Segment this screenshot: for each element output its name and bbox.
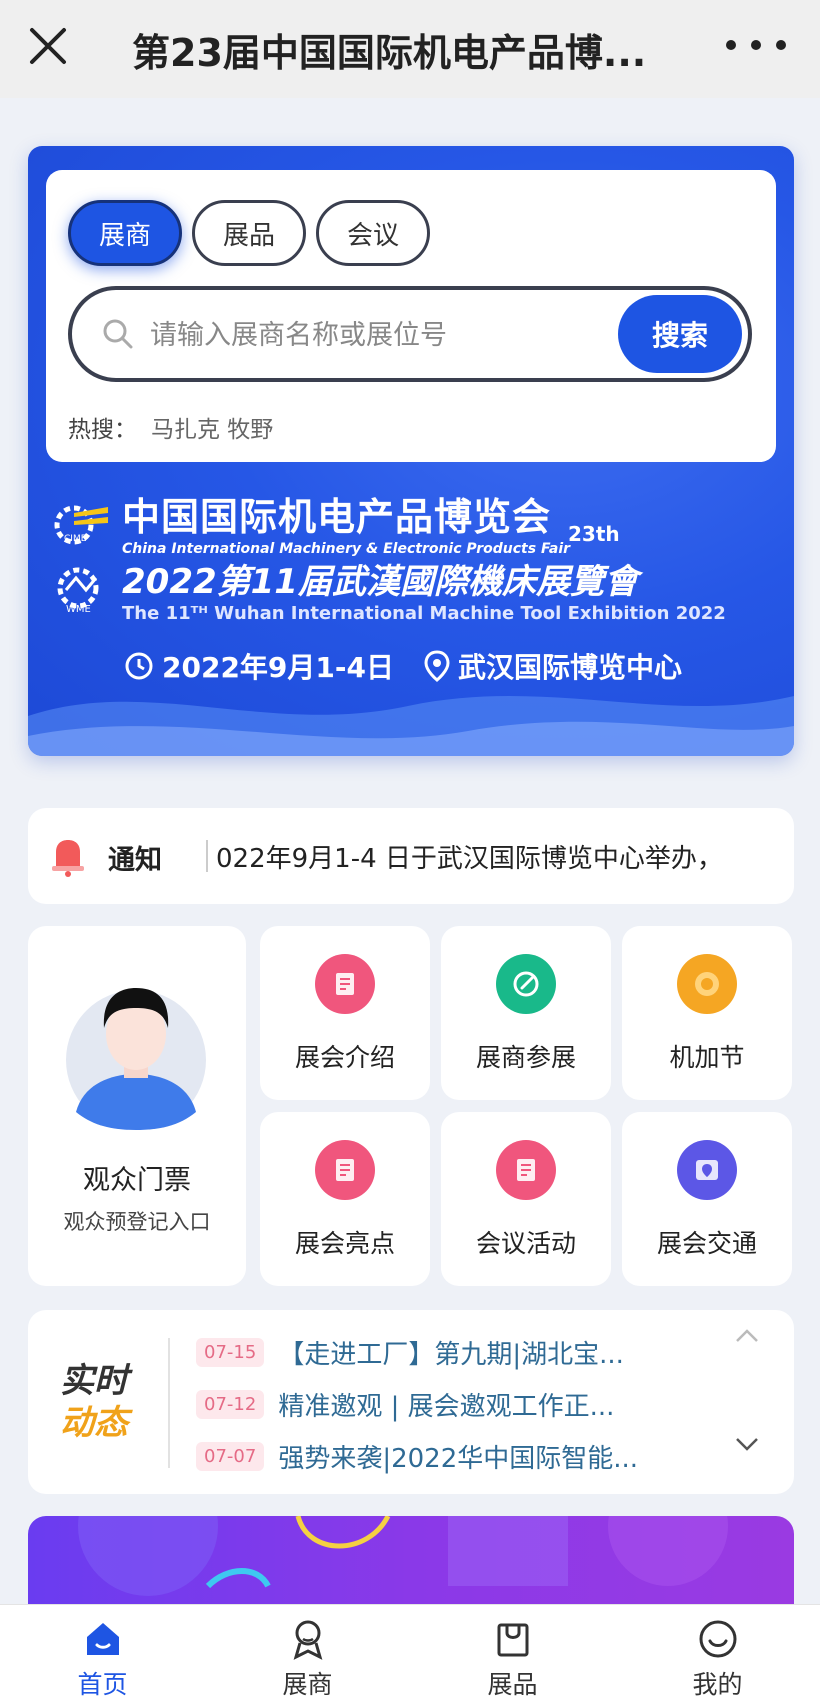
tile-label: 展商参展	[475, 1043, 576, 1072]
hero-banner: 展商 展品 会议 搜索 热搜： 马扎克 牧野 CIME 中国国际机电产品博览会 C…	[28, 146, 794, 756]
home-icon	[86, 1623, 119, 1655]
nav-exhibitor[interactable]: 展商	[205, 1605, 410, 1705]
banner-edition: 23th	[568, 522, 620, 546]
search-card: 展商 展品 会议 搜索 热搜： 马扎克 牧野	[46, 170, 776, 462]
live-news-title: 实时 动态	[60, 1361, 128, 1443]
news-item[interactable]: 07-15 【走进工厂】第九期|湖北宝...	[196, 1334, 624, 1371]
page-title: 第23届中国国际机电产品博...	[132, 31, 647, 75]
tile-conference-events[interactable]: 会议活动	[441, 1112, 611, 1286]
tab-exhibit[interactable]: 展品	[192, 200, 307, 266]
tab-exhibitor[interactable]: 展商	[68, 200, 183, 266]
close-icon[interactable]	[26, 24, 70, 68]
banner-venue: 武汉国际博览中心	[458, 651, 683, 684]
nav-mine[interactable]: 我的	[615, 1605, 820, 1705]
tile-label: 会议活动	[475, 1229, 576, 1258]
news-item[interactable]: 07-07 强势来袭|2022华中国际智能...	[196, 1438, 638, 1475]
news-title: 精准邀观 | 展会邀观工作正...	[278, 1392, 615, 1422]
svg-text:CIME: CIME	[64, 534, 87, 544]
tile-expo-transport[interactable]: 展会交通	[622, 1112, 792, 1286]
news-date: 07-12	[196, 1390, 265, 1419]
clock-icon	[125, 652, 153, 680]
hot-search-tags[interactable]: 马扎克 牧野	[151, 417, 273, 443]
tile-expo-highlights[interactable]: 展会亮点	[260, 1112, 430, 1286]
news-item[interactable]: 07-12 精准邀观 | 展会邀观工作正...	[196, 1386, 614, 1423]
notice-bar[interactable]: 通知 022年9月1-4 日于武汉国际博览中心举办，	[28, 808, 794, 904]
search-tabs: 展商 展品 会议	[68, 200, 431, 266]
news-title: 强势来袭|2022华中国际智能...	[278, 1444, 639, 1474]
ticket-subtitle: 观众预登记入口	[63, 1210, 211, 1234]
bottom-nav: 首页 展商 展品 我的	[0, 1604, 820, 1705]
ticket-title: 观众门票	[83, 1165, 191, 1196]
bell-icon	[52, 840, 84, 877]
banner-title2-en: The 11ᵀᴴ Wuhan International Machine Too…	[122, 603, 726, 624]
hot-search-label: 热搜：	[68, 417, 137, 443]
visitor-ticket-card[interactable]: 观众门票 观众预登记入口	[28, 926, 246, 1286]
compass-icon	[496, 954, 556, 1014]
document-icon	[496, 1140, 556, 1200]
news-date: 07-15	[196, 1338, 265, 1367]
search-icon	[103, 319, 133, 349]
chevron-up-icon[interactable]	[734, 1328, 760, 1344]
avatar-icon	[66, 988, 206, 1130]
notice-text: 022年9月1-4 日于武汉国际博览中心举办，	[216, 844, 723, 874]
smile-icon	[699, 1620, 736, 1658]
nav-products[interactable]: 展品	[410, 1605, 615, 1705]
tile-expo-intro[interactable]: 展会介绍	[260, 926, 430, 1100]
top-bar: 第23届中国国际机电产品博...	[0, 0, 820, 98]
banner-title-2: WME 2022第11届武漢國際機床展覽會 The 11ᵀᴴ Wuhan Int…	[52, 554, 726, 624]
banner-date: 2022年9月1-4日	[162, 651, 394, 684]
map-icon	[677, 1140, 737, 1200]
document-icon	[315, 954, 375, 1014]
banner-title-1: CIME 中国国际机电产品博览会 China International Mac…	[52, 486, 570, 557]
tab-conference[interactable]: 会议	[316, 200, 431, 266]
hot-search: 热搜： 马扎克 牧野	[68, 410, 273, 444]
search-button[interactable]: 搜索	[618, 295, 742, 373]
location-pin-icon	[424, 650, 450, 682]
tile-label: 机加节	[669, 1043, 745, 1072]
exhibitor-icon	[293, 1620, 322, 1660]
notice-divider	[206, 840, 208, 872]
banner-info: 2022年9月1-4日 武汉国际博览中心	[124, 646, 682, 686]
nav-label: 我的	[692, 1670, 743, 1699]
live-news-panel: 实时 动态 07-15 【走进工厂】第九期|湖北宝... 07-12 精准邀观 …	[28, 1310, 794, 1494]
nav-home[interactable]: 首页	[0, 1605, 205, 1705]
nav-label: 首页	[77, 1670, 128, 1699]
nav-label: 展品	[487, 1670, 538, 1699]
nav-label: 展商	[282, 1670, 333, 1699]
tile-exhibitor-join[interactable]: 展商参展	[441, 926, 611, 1100]
cime-logo-icon: CIME	[54, 505, 108, 544]
news-divider	[168, 1338, 170, 1468]
chevron-down-icon[interactable]	[734, 1436, 760, 1452]
banner-title2-zh: 2022第11届武漢國際機床展覽會	[122, 562, 638, 602]
wme-logo-icon: WME	[57, 567, 99, 615]
tile-label: 展会介绍	[294, 1043, 395, 1072]
search-box: 搜索	[68, 286, 752, 382]
news-title: 【走进工厂】第九期|湖北宝...	[278, 1340, 624, 1370]
document-icon	[315, 1140, 375, 1200]
svg-text:WME: WME	[66, 604, 91, 615]
search-input[interactable]	[150, 310, 570, 360]
flower-icon	[677, 954, 737, 1014]
tile-label: 展会亮点	[294, 1229, 395, 1258]
news-date: 07-07	[196, 1442, 265, 1471]
tile-machining-festival[interactable]: 机加节	[622, 926, 792, 1100]
banner-title-zh: 中国国际机电产品博览会	[122, 495, 552, 539]
tile-label: 展会交通	[656, 1229, 757, 1258]
notice-label: 通知	[108, 845, 162, 876]
bag-icon	[497, 1623, 528, 1657]
more-dots-icon[interactable]	[726, 30, 786, 60]
